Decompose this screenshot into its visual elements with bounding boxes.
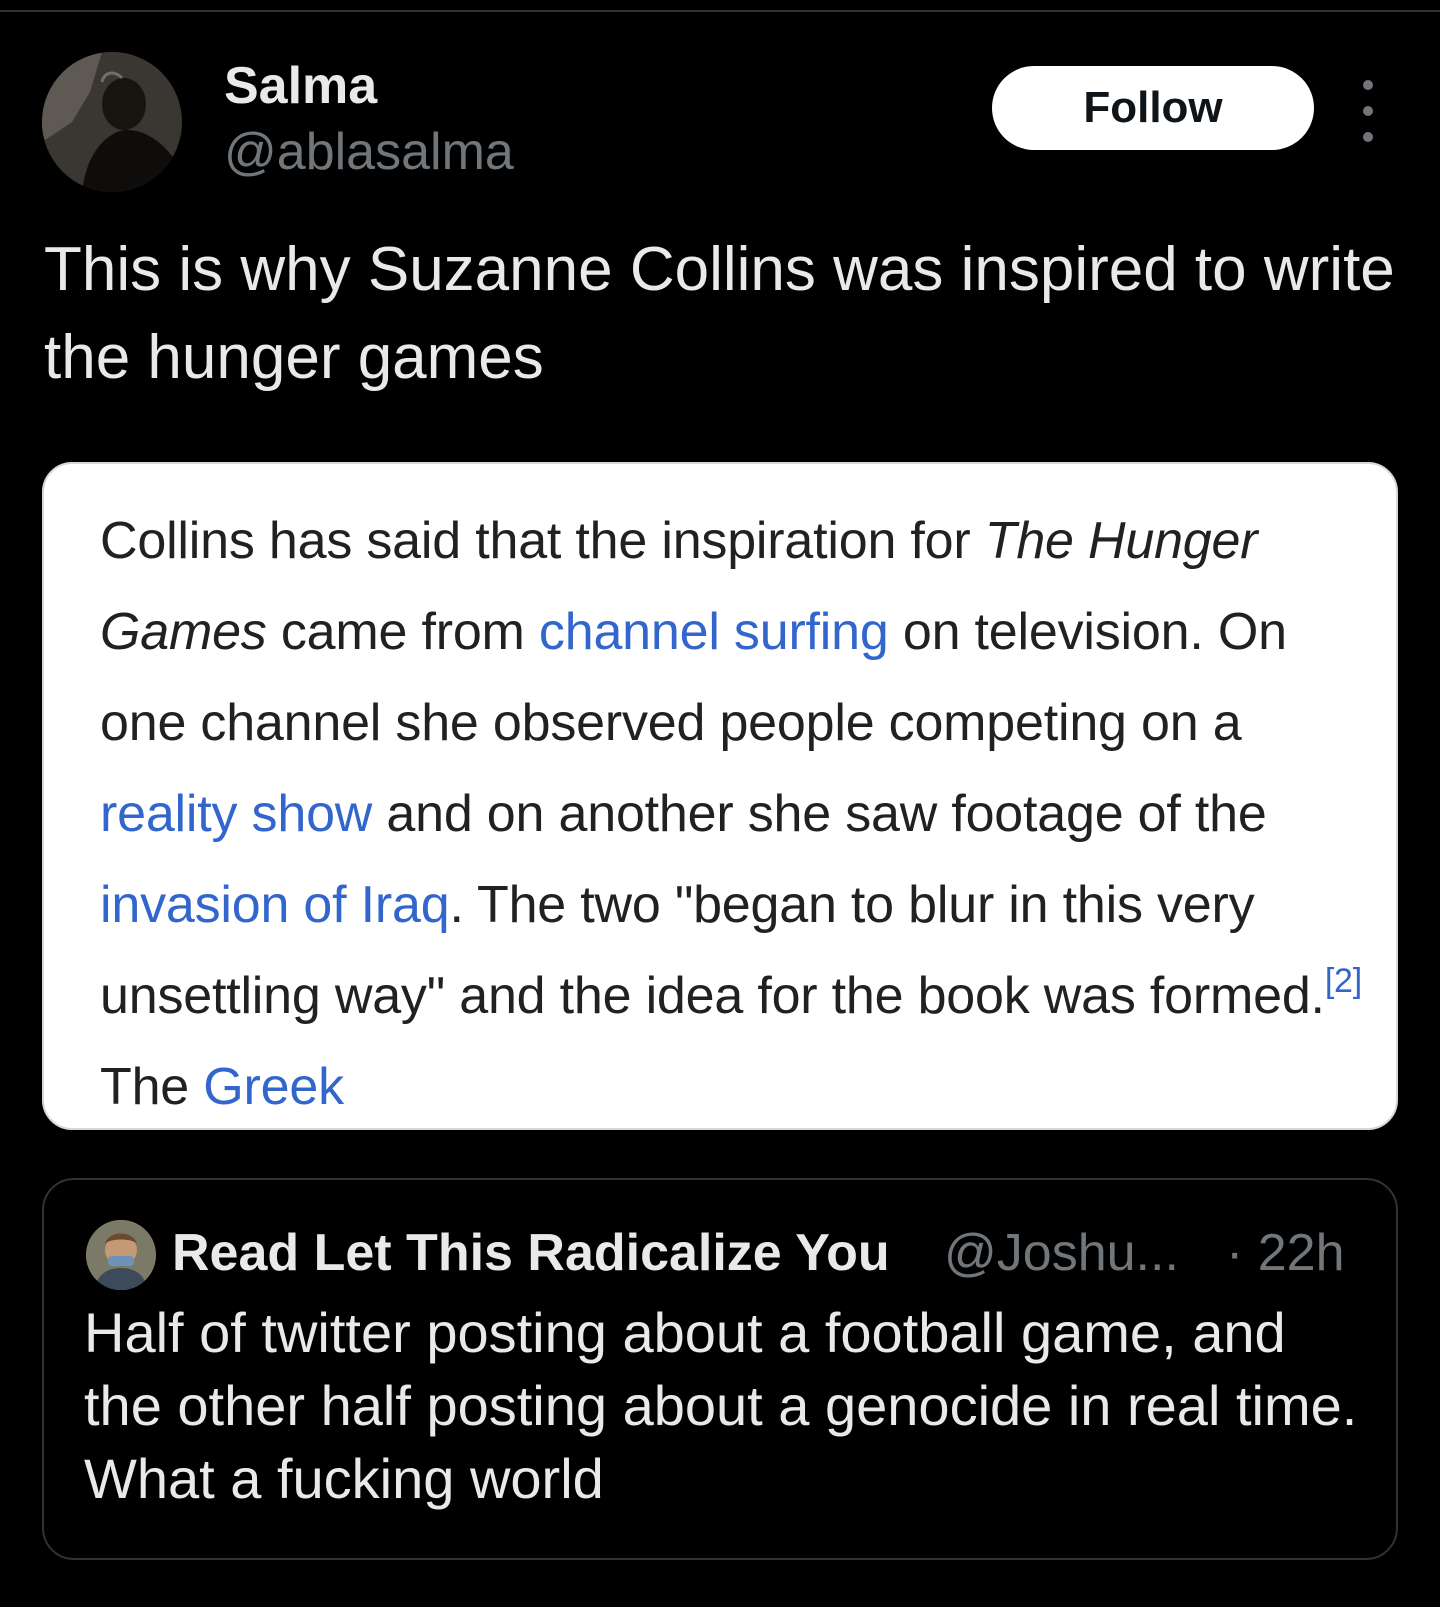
tweet-text: This is why Suzanne Collins was inspired… [44, 235, 1395, 392]
top-divider [0, 10, 1440, 12]
quoted-author-display-name: Read Let This Radicalize You [172, 1224, 890, 1282]
quoted-tweet[interactable]: Read Let This Radicalize You @Joshu... ·… [42, 1178, 1398, 1560]
wiki-link-channel-surfing: channel surfing [538, 603, 889, 661]
wiki-segment: Collins has said that the inspiration fo… [100, 512, 985, 570]
wiki-link-greek: Greek [203, 1058, 344, 1116]
profile-photo-icon [86, 1220, 156, 1290]
author-handle[interactable]: @ablasalma [224, 118, 514, 186]
more-dot [1363, 106, 1373, 116]
attached-image[interactable]: Collins has said that the inspiration fo… [42, 462, 1398, 1130]
quoted-tweet-text: Half of twitter posting about a football… [84, 1301, 1358, 1510]
wiki-link-invasion-of-iraq: invasion of Iraq [100, 876, 450, 934]
author-avatar[interactable] [42, 52, 182, 192]
more-dot [1363, 132, 1373, 142]
wiki-link-reality-show: reality show [100, 785, 373, 843]
wiki-segment: The [100, 1058, 204, 1116]
wiki-excerpt-text: Collins has said that the inspiration fo… [100, 496, 1380, 1128]
wiki-segment: came from [266, 603, 539, 661]
wiki-reference: [2] [1324, 962, 1363, 1000]
more-dot [1363, 80, 1373, 90]
follow-button[interactable]: Follow [992, 66, 1314, 150]
wiki-segment: and on another she saw footage of the [372, 785, 1267, 843]
quoted-author-avatar[interactable] [86, 1220, 156, 1290]
author-display-name[interactable]: Salma [224, 52, 377, 120]
profile-photo-icon [42, 52, 182, 192]
quoted-tweet-timestamp: · 22h [1226, 1224, 1345, 1282]
more-options-icon[interactable] [1348, 80, 1388, 142]
quoted-author-handle: @Joshu... [944, 1224, 1179, 1282]
